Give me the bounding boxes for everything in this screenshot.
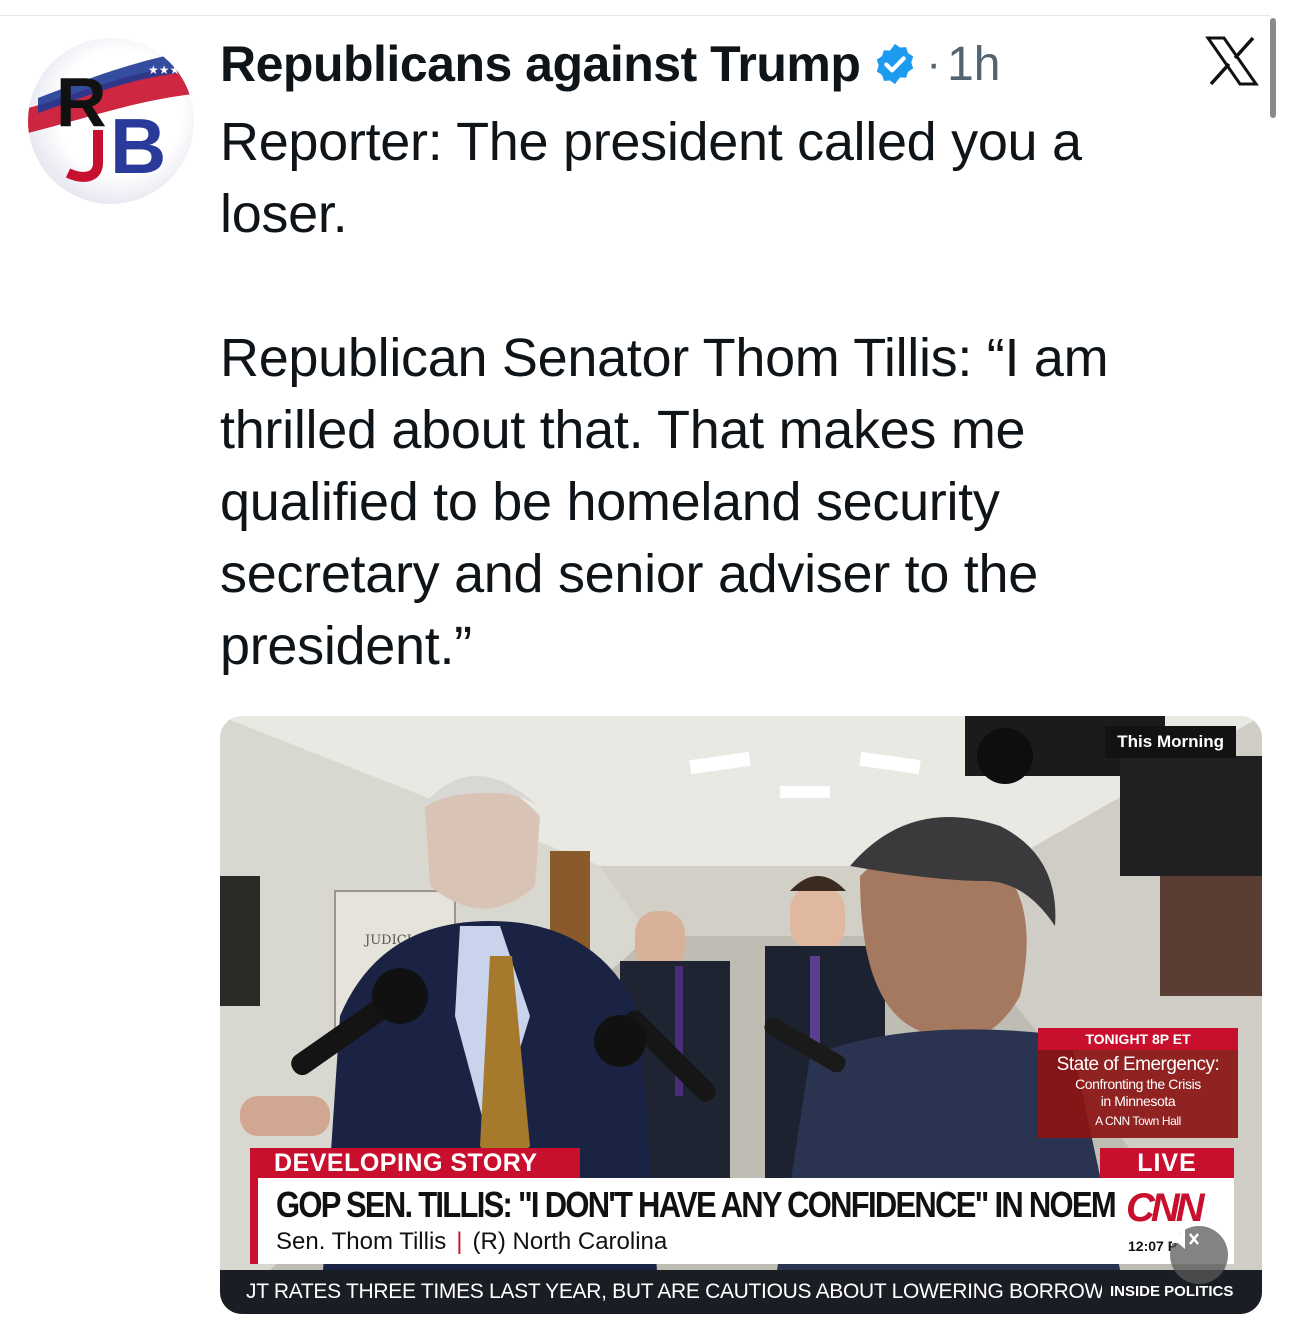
- chyron-subline: Sen. Thom Tillis | (R) North Carolina: [276, 1228, 667, 1256]
- post-header: Republicans against Trump · 1h: [220, 34, 1000, 94]
- ticker-text: JT RATES THREE TIMES LAST YEAR, BUT ARE …: [246, 1280, 1125, 1303]
- promo-label: A CNN Town Hall: [1095, 1114, 1181, 1128]
- developing-story-banner: DEVELOPING STORY: [250, 1148, 580, 1178]
- post-time[interactable]: 1h: [947, 37, 1000, 92]
- post-text: Reporter: The president called you a los…: [220, 112, 1109, 676]
- verified-badge-icon: [872, 41, 918, 87]
- chyron-headline: GOP SEN. TILLIS: "I DON'T HAVE ANY CONFI…: [276, 1184, 1117, 1225]
- video-player[interactable]: JUDICI This Morning TONIGHT 8P ET State …: [220, 716, 1262, 1314]
- network-logo: CNN: [1126, 1186, 1205, 1230]
- scrollbar[interactable]: [1270, 18, 1276, 118]
- avatar[interactable]: R B ★★★: [28, 38, 194, 204]
- speaker-name: Sen. Thom Tillis: [276, 1228, 447, 1255]
- townhall-promo: TONIGHT 8P ET State of Emergency: Confro…: [1038, 1028, 1238, 1138]
- promo-time: TONIGHT 8P ET: [1038, 1028, 1238, 1050]
- live-badge: LIVE: [1100, 1148, 1234, 1178]
- promo-title: State of Emergency:: [1056, 1054, 1220, 1075]
- top-divider: [0, 15, 1270, 16]
- news-ticker: JT RATES THREE TIMES LAST YEAR, BUT ARE …: [220, 1270, 1262, 1314]
- display-name[interactable]: Republicans against Trump: [220, 35, 861, 93]
- svg-text:R: R: [56, 63, 107, 141]
- svg-text:B: B: [110, 102, 166, 190]
- speaker-separator: |: [456, 1228, 463, 1255]
- x-logo-icon[interactable]: [1205, 36, 1259, 86]
- show-tag: This Morning: [1105, 726, 1236, 758]
- muted-speaker-icon[interactable]: [1170, 1226, 1228, 1284]
- promo-subtitle-1: Confronting the Crisis: [1075, 1076, 1201, 1092]
- separator-dot: ·: [926, 39, 942, 88]
- svg-text:★★★: ★★★: [148, 63, 180, 77]
- speaker-state: (R) North Carolina: [472, 1228, 668, 1255]
- lower-third: GOP SEN. TILLIS: "I DON'T HAVE ANY CONFI…: [250, 1178, 1234, 1264]
- promo-subtitle-2: in Minnesota: [1100, 1093, 1176, 1109]
